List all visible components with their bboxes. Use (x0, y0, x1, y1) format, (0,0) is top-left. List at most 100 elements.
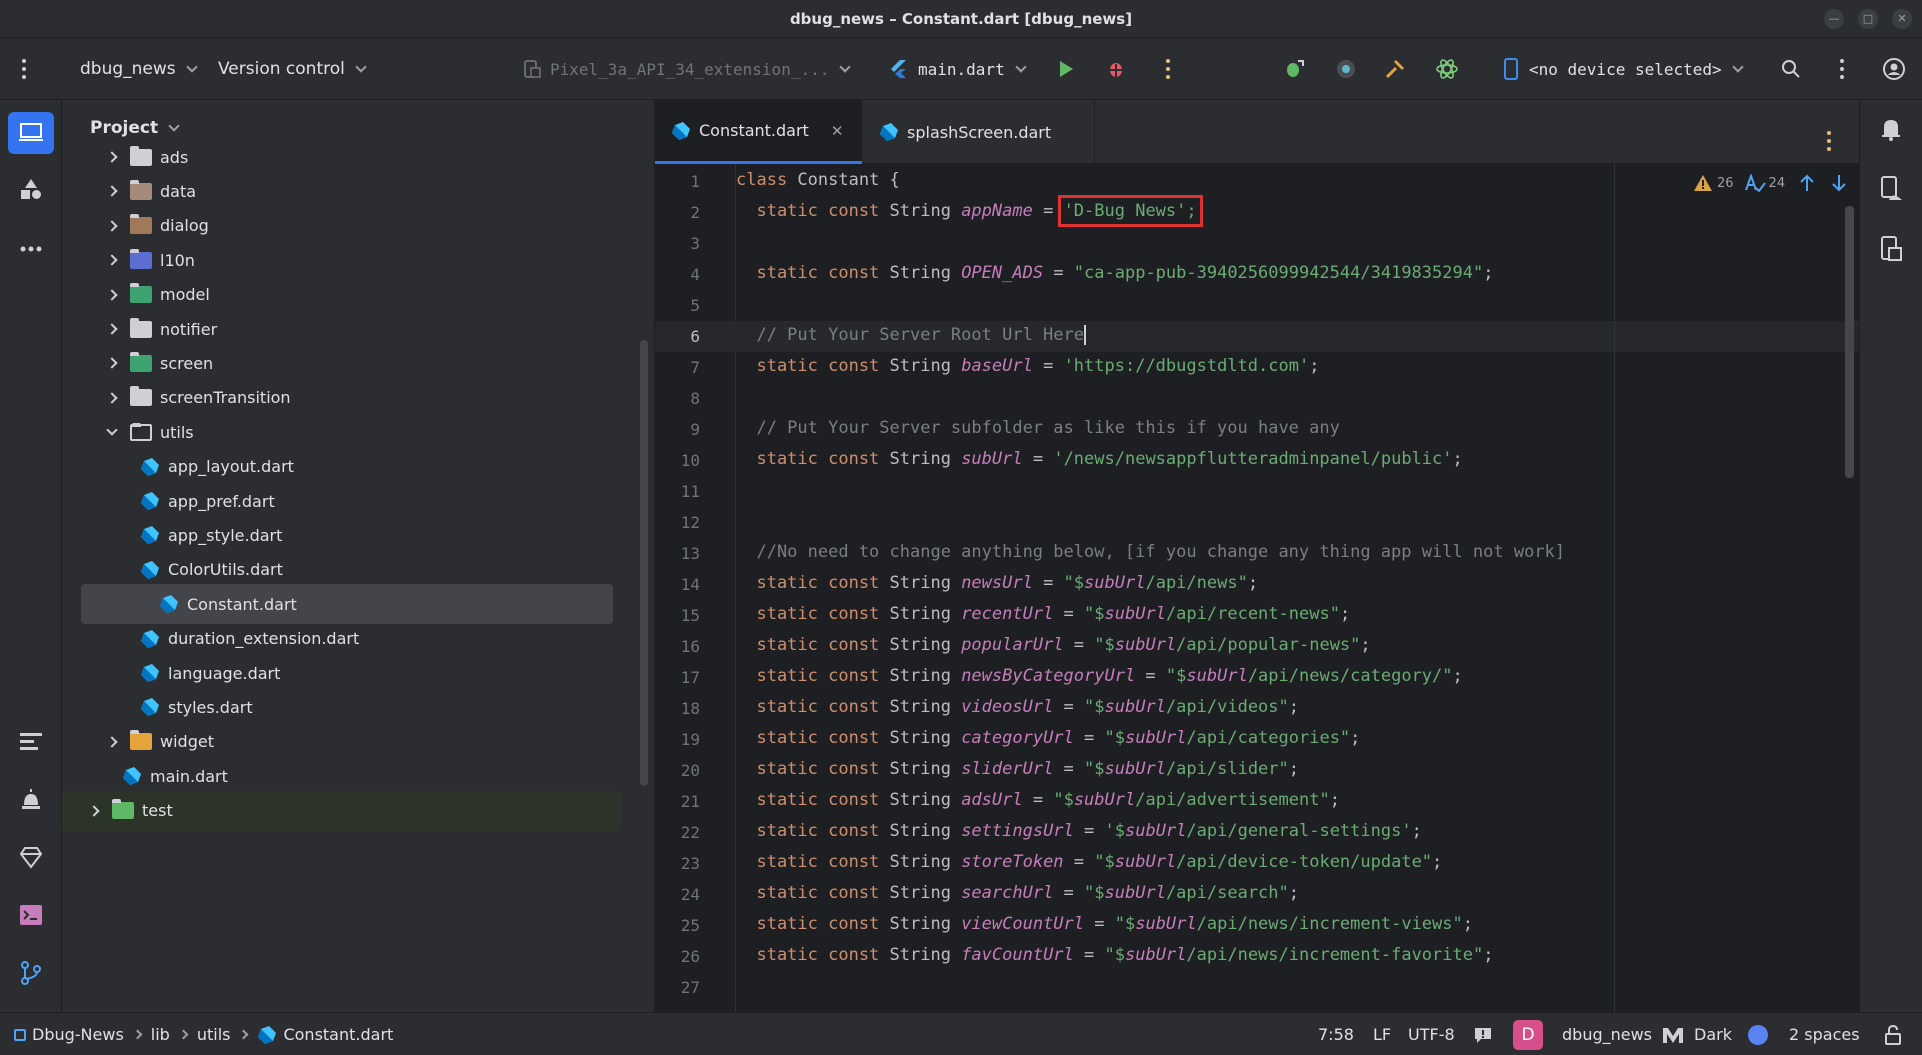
chevron-right-icon[interactable] (106, 288, 118, 301)
terminal-tool-button[interactable] (14, 898, 48, 932)
vcs-menu[interactable]: Version control (218, 38, 367, 100)
project-tool-button[interactable] (8, 112, 54, 154)
code-line[interactable]: // Put Your Server subfolder as like thi… (736, 418, 1339, 438)
assistant-status[interactable] (1748, 1013, 1768, 1055)
chevron-right-icon[interactable] (106, 185, 118, 198)
maximize-button[interactable]: □ (1858, 9, 1878, 29)
search-button[interactable] (1781, 38, 1801, 100)
chevron-right-icon[interactable] (106, 151, 118, 163)
project-scrollbar[interactable] (640, 340, 648, 786)
code-line[interactable]: static const String subUrl = '/news/news… (736, 449, 1462, 469)
flutter-inspector-button[interactable] (1435, 38, 1459, 100)
tree-item-label: main.dart (150, 766, 228, 786)
arrow-up-icon[interactable] (1799, 174, 1815, 192)
file-encoding[interactable]: UTF-8 (1408, 1013, 1455, 1055)
running-devices-button[interactable] (1874, 232, 1908, 266)
tab-constant-dart[interactable]: Constant.dart ✕ (655, 100, 862, 164)
code-line[interactable]: static const String favCountUrl = "$subU… (736, 945, 1493, 965)
code-line[interactable]: static const String settingsUrl = '$subU… (736, 821, 1421, 841)
tab-splashscreen-dart[interactable]: splashScreen.dart (863, 100, 1095, 164)
line-number: 7 (690, 358, 700, 377)
dart-file-icon (141, 698, 159, 717)
run-button[interactable] (1056, 38, 1076, 100)
tree-item-label: app_pref.dart (168, 491, 275, 511)
run-config-selector[interactable]: main.dart (890, 38, 1027, 100)
arrow-down-icon[interactable] (1831, 174, 1847, 192)
breadcrumb-item[interactable]: Constant.dart (283, 1025, 393, 1044)
tab-options-button[interactable] (1827, 120, 1831, 151)
settings-menu-button[interactable] (1840, 38, 1844, 100)
git-tool-button[interactable] (14, 956, 48, 990)
tree-item-label: ads (160, 147, 189, 167)
code-line[interactable]: static const String videosUrl = "$subUrl… (736, 697, 1299, 717)
breadcrumb-item[interactable]: lib (151, 1025, 170, 1044)
code-line[interactable]: static const String newsUrl = "$subUrl/a… (736, 573, 1258, 593)
chevron-down-icon[interactable] (106, 424, 118, 436)
project-panel-header[interactable]: Project (90, 118, 180, 138)
code-line[interactable]: static const String searchUrl = "$subUrl… (736, 883, 1299, 903)
code-line[interactable]: static const String sliderUrl = "$subUrl… (736, 759, 1299, 779)
code-line[interactable]: static const String appName = 'D-Bug New… (736, 195, 1203, 227)
code-area[interactable]: 1 class Constant {2 static const String a… (655, 164, 1859, 1012)
chevron-right-icon[interactable] (106, 323, 118, 335)
project-label[interactable]: dbug_news (1562, 1013, 1652, 1055)
device-manager-button[interactable] (1874, 172, 1908, 206)
chevron-right-icon[interactable] (106, 736, 118, 748)
resource-manager-button[interactable] (14, 172, 48, 206)
project-selector[interactable]: dbug_news (80, 38, 198, 100)
chevron-right-icon[interactable] (106, 392, 118, 404)
breadcrumb-item[interactable]: Dbug-News (32, 1025, 124, 1044)
chevron-right-icon[interactable] (106, 254, 118, 266)
code-line[interactable]: static const String categoryUrl = "$subU… (736, 728, 1360, 748)
build-button[interactable] (1384, 38, 1406, 100)
device-config-selector[interactable]: Pixel_3a_API_34_extension_... (522, 38, 852, 100)
attach-debugger-button[interactable] (1283, 38, 1305, 100)
device-selector[interactable]: <no device selected> (1503, 38, 1744, 100)
code-line[interactable]: static const String newsByCategoryUrl = … (736, 666, 1462, 686)
code-line[interactable]: static const String recentUrl = "$subUrl… (736, 604, 1350, 624)
code-line[interactable]: static const String adsUrl = "$subUrl/ap… (736, 790, 1339, 810)
more-tools-button[interactable] (14, 232, 48, 266)
indent-setting[interactable]: 2 spaces (1789, 1013, 1860, 1055)
code-line[interactable]: class Constant { (736, 170, 900, 190)
code-line[interactable]: static const String OPEN_ADS = "ca-app-p… (736, 263, 1493, 283)
tree-folder-test[interactable]: test (62, 790, 622, 831)
code-line[interactable]: //No need to change anything below, [if … (736, 542, 1565, 562)
code-line[interactable]: // Put Your Server Root Url Here (736, 325, 1086, 345)
code-token: ; (1462, 914, 1473, 934)
record-button[interactable] (1335, 38, 1357, 100)
gemini-tool-button[interactable] (14, 840, 48, 874)
structure-tool-button[interactable] (14, 724, 48, 758)
code-line[interactable]: static const String baseUrl = 'https://d… (736, 356, 1319, 376)
code-line[interactable]: static const String popularUrl = "$subUr… (736, 635, 1370, 655)
lock-toggle[interactable] (1884, 1013, 1902, 1055)
breadcrumb-item[interactable]: utils (197, 1025, 231, 1044)
chevron-right-icon[interactable] (88, 804, 100, 817)
run-options-button[interactable] (1166, 38, 1170, 100)
close-tab-icon[interactable]: ✕ (831, 122, 844, 140)
code-token: ; (1288, 883, 1300, 903)
chevron-right-icon[interactable] (106, 357, 118, 370)
account-button[interactable] (1883, 38, 1905, 100)
inspection-widget[interactable]: 26 24 (1693, 174, 1847, 192)
main-menu-button[interactable] (22, 38, 26, 100)
code-line[interactable]: static const String storeToken = "$subUr… (736, 852, 1442, 872)
vertical-dots-icon (1166, 59, 1170, 79)
editor-scrollbar[interactable] (1845, 206, 1854, 478)
code-line[interactable]: static const String viewCountUrl = "$sub… (736, 914, 1473, 934)
minimize-button[interactable]: — (1824, 9, 1844, 29)
theme-switcher[interactable]: Dark (1662, 1013, 1732, 1055)
code-token: appName (961, 201, 1033, 221)
code-token: String (889, 635, 962, 655)
chevron-right-icon[interactable] (106, 220, 118, 232)
project-avatar[interactable]: D (1513, 1013, 1543, 1055)
readonly-toggle[interactable] (1474, 1013, 1492, 1055)
close-button[interactable]: ✕ (1892, 9, 1912, 29)
notifications-button[interactable] (1874, 112, 1908, 146)
logcat-tool-button[interactable] (14, 782, 48, 816)
vcs-label: Version control (218, 59, 345, 79)
code-token: "$ (1063, 573, 1085, 593)
line-separator[interactable]: LF (1373, 1013, 1391, 1055)
caret-position[interactable]: 7:58 (1318, 1013, 1354, 1055)
debug-button[interactable] (1106, 38, 1126, 100)
